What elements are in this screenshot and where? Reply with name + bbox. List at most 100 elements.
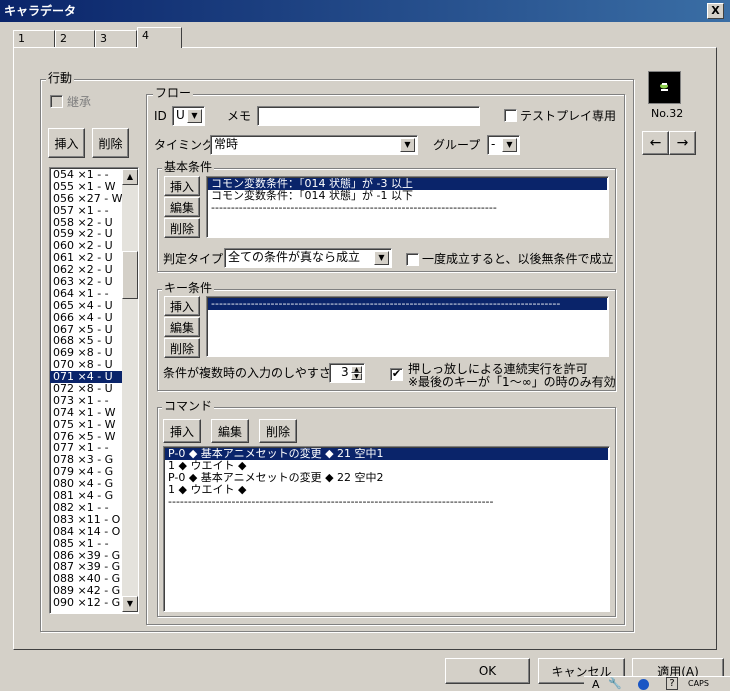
action-list-item[interactable]: 079 ×4 - G xyxy=(50,466,123,478)
action-list-item[interactable]: 055 ×1 - W xyxy=(50,181,123,193)
action-list-item[interactable]: 069 ×8 - U xyxy=(50,347,123,359)
judge-type-select[interactable]: 全ての条件が真なら成立 ▼ xyxy=(224,248,392,268)
action-list-item[interactable]: 061 ×2 - U xyxy=(50,252,123,264)
close-button[interactable]: X xyxy=(707,3,724,19)
chevron-down-icon[interactable]: ▼ xyxy=(502,138,517,152)
command-delete-button[interactable]: 削除 xyxy=(259,419,297,443)
tab-1[interactable]: 1 xyxy=(13,30,55,47)
action-list-item[interactable]: 076 ×5 - W xyxy=(50,431,123,443)
inherit-checkbox[interactable] xyxy=(50,95,63,108)
action-list-item[interactable]: 070 ×8 - U xyxy=(50,359,123,371)
action-list-item[interactable]: 086 ×39 - G xyxy=(50,550,123,562)
action-list[interactable]: 054 ×1 - -055 ×1 - W 056 ×27 - W 057 ×1 - … xyxy=(49,167,139,614)
command-edit-button[interactable]: 編集 xyxy=(211,419,249,443)
scroll-up-button[interactable]: ▲ xyxy=(122,169,138,185)
scroll-down-button[interactable]: ▼ xyxy=(122,596,138,612)
action-list-item[interactable]: 066 ×4 - U xyxy=(50,312,123,324)
wrench-icon[interactable]: 🔧 xyxy=(608,677,622,690)
scroll-thumb[interactable] xyxy=(122,251,138,299)
action-list-item[interactable]: 059 ×2 - U xyxy=(50,228,123,240)
action-list-item[interactable]: 071 ×4 - U xyxy=(50,371,123,384)
key-insert-button[interactable]: 挿入 xyxy=(164,296,200,316)
hold-note: ※最後のキーが「1～∞」の時のみ有効 xyxy=(408,375,616,389)
action-list-item[interactable]: 054 ×1 - - xyxy=(50,169,123,181)
action-insert-button[interactable]: 挿入 xyxy=(48,128,85,158)
action-list-item[interactable]: 077 ×1 - - xyxy=(50,442,123,454)
spin-up-icon[interactable]: ▲ xyxy=(351,366,362,373)
timing-label: タイミング xyxy=(154,138,215,152)
chevron-down-icon[interactable]: ▼ xyxy=(374,251,389,265)
globe-icon[interactable] xyxy=(638,679,649,690)
tab-4[interactable]: 4 xyxy=(137,27,182,48)
action-delete-button[interactable]: 削除 xyxy=(92,128,129,158)
basic-insert-button[interactable]: 挿入 xyxy=(164,176,200,196)
action-list-item[interactable]: 087 ×39 - G xyxy=(50,561,123,573)
chevron-down-icon[interactable]: ▼ xyxy=(400,138,415,152)
chevron-down-icon[interactable]: ▼ xyxy=(187,109,202,123)
action-list-item[interactable]: 085 ×1 - - xyxy=(50,538,123,550)
action-list-item[interactable]: 064 ×1 - - xyxy=(50,288,123,300)
character-sprite-icon xyxy=(660,83,668,91)
test-play-label: テストプレイ専用 xyxy=(520,109,617,123)
action-list-item[interactable]: 088 ×40 - G xyxy=(50,573,123,585)
condition-list-item[interactable]: コモン変数条件：「014 状態」が -1 以下 xyxy=(208,190,607,202)
action-list-item[interactable]: 084 ×14 - O xyxy=(50,526,123,538)
action-list-item[interactable]: 062 ×2 - U xyxy=(50,264,123,276)
commands-legend: コマンド xyxy=(162,399,215,413)
action-list-item[interactable]: 056 ×27 - W xyxy=(50,193,123,205)
action-legend: 行動 xyxy=(46,71,75,85)
prev-button[interactable]: ← xyxy=(642,131,669,155)
action-list-item[interactable]: 063 ×2 - U xyxy=(50,276,123,288)
once-checkbox[interactable] xyxy=(406,253,419,266)
spin-down-icon[interactable]: ▼ xyxy=(351,373,362,380)
condition-list-item[interactable]: コモン変数条件：「014 状態」が -3 以上 xyxy=(208,178,607,190)
commands-list[interactable]: P-0 ◆ 基本アニメセットの変更 ◆ 21 空中1 1 ◆ ウエイト ◆ P-0 … xyxy=(163,446,610,612)
action-list-item[interactable]: 090 ×12 - G xyxy=(50,597,123,609)
ease-spinner[interactable]: 3 ▲ ▼ xyxy=(329,363,365,383)
action-list-item[interactable]: 083 ×11 - O xyxy=(50,514,123,526)
action-list-item[interactable]: 068 ×5 - U xyxy=(50,335,123,347)
group-select[interactable]: - ▼ xyxy=(487,135,520,155)
action-list-item[interactable]: 065 ×4 - U xyxy=(50,300,123,312)
action-list-item[interactable]: 072 ×8 - U xyxy=(50,383,123,395)
basic-edit-button[interactable]: 編集 xyxy=(164,197,200,217)
ok-button[interactable]: OK xyxy=(445,658,530,684)
timing-select[interactable]: 常時 ▼ xyxy=(210,135,418,155)
command-insert-button[interactable]: 挿入 xyxy=(163,419,201,443)
command-list-item[interactable]: 1 ◆ ウエイト ◆ xyxy=(165,460,608,472)
action-list-item[interactable]: 074 ×1 - W xyxy=(50,407,123,419)
ease-value: 3 xyxy=(341,365,349,379)
action-list-item[interactable]: 067 ×5 - U xyxy=(50,324,123,336)
condition-list-item[interactable]: ----------------------------------------… xyxy=(208,202,607,214)
key-delete-button[interactable]: 削除 xyxy=(164,338,200,358)
basic-delete-button[interactable]: 削除 xyxy=(164,218,200,238)
memo-input[interactable] xyxy=(257,106,480,126)
action-list-item[interactable]: 080 ×4 - G xyxy=(50,478,123,490)
action-list-scrollbar[interactable]: ▲ ▼ xyxy=(122,169,138,612)
key-edit-button[interactable]: 編集 xyxy=(164,317,200,337)
key-conditions-list[interactable]: ----------------------------------------… xyxy=(206,296,609,357)
basic-conditions-list[interactable]: コモン変数条件：「014 状態」が -3 以上 コモン変数条件：「014 状態」が… xyxy=(206,176,609,238)
action-list-item[interactable]: 073 ×1 - - xyxy=(50,395,123,407)
command-list-item[interactable]: P-0 ◆ 基本アニメセットの変更 ◆ 22 空中2 xyxy=(165,472,608,484)
ime-mode[interactable]: A xyxy=(592,678,600,691)
id-select[interactable]: U ▼ xyxy=(172,106,205,126)
command-list-item[interactable]: 1 ◆ ウエイト ◆ xyxy=(165,484,608,496)
action-list-item[interactable]: 082 ×1 - - xyxy=(50,502,123,514)
action-list-item[interactable]: 058 ×2 - U xyxy=(50,217,123,229)
next-button[interactable]: → xyxy=(669,131,696,155)
key-condition-list-item[interactable]: ----------------------------------------… xyxy=(208,298,607,310)
tab-2[interactable]: 2 xyxy=(55,30,95,47)
help-icon[interactable]: ? xyxy=(666,677,678,690)
action-list-item[interactable]: 057 ×1 - - xyxy=(50,205,123,217)
hold-checkbox[interactable]: ✔ xyxy=(390,368,403,381)
command-list-item[interactable]: ----------------------------------------… xyxy=(165,496,608,508)
action-list-item[interactable]: 075 ×1 - W xyxy=(50,419,123,431)
test-play-checkbox[interactable] xyxy=(504,109,517,122)
tab-3[interactable]: 3 xyxy=(95,30,137,47)
action-list-item[interactable]: 081 ×4 - G xyxy=(50,490,123,502)
action-list-item[interactable]: 078 ×3 - G xyxy=(50,454,123,466)
action-list-item[interactable]: 089 ×42 - G xyxy=(50,585,123,597)
command-list-item[interactable]: P-0 ◆ 基本アニメセットの変更 ◆ 21 空中1 xyxy=(165,448,608,460)
action-list-item[interactable]: 060 ×2 - U xyxy=(50,240,123,252)
